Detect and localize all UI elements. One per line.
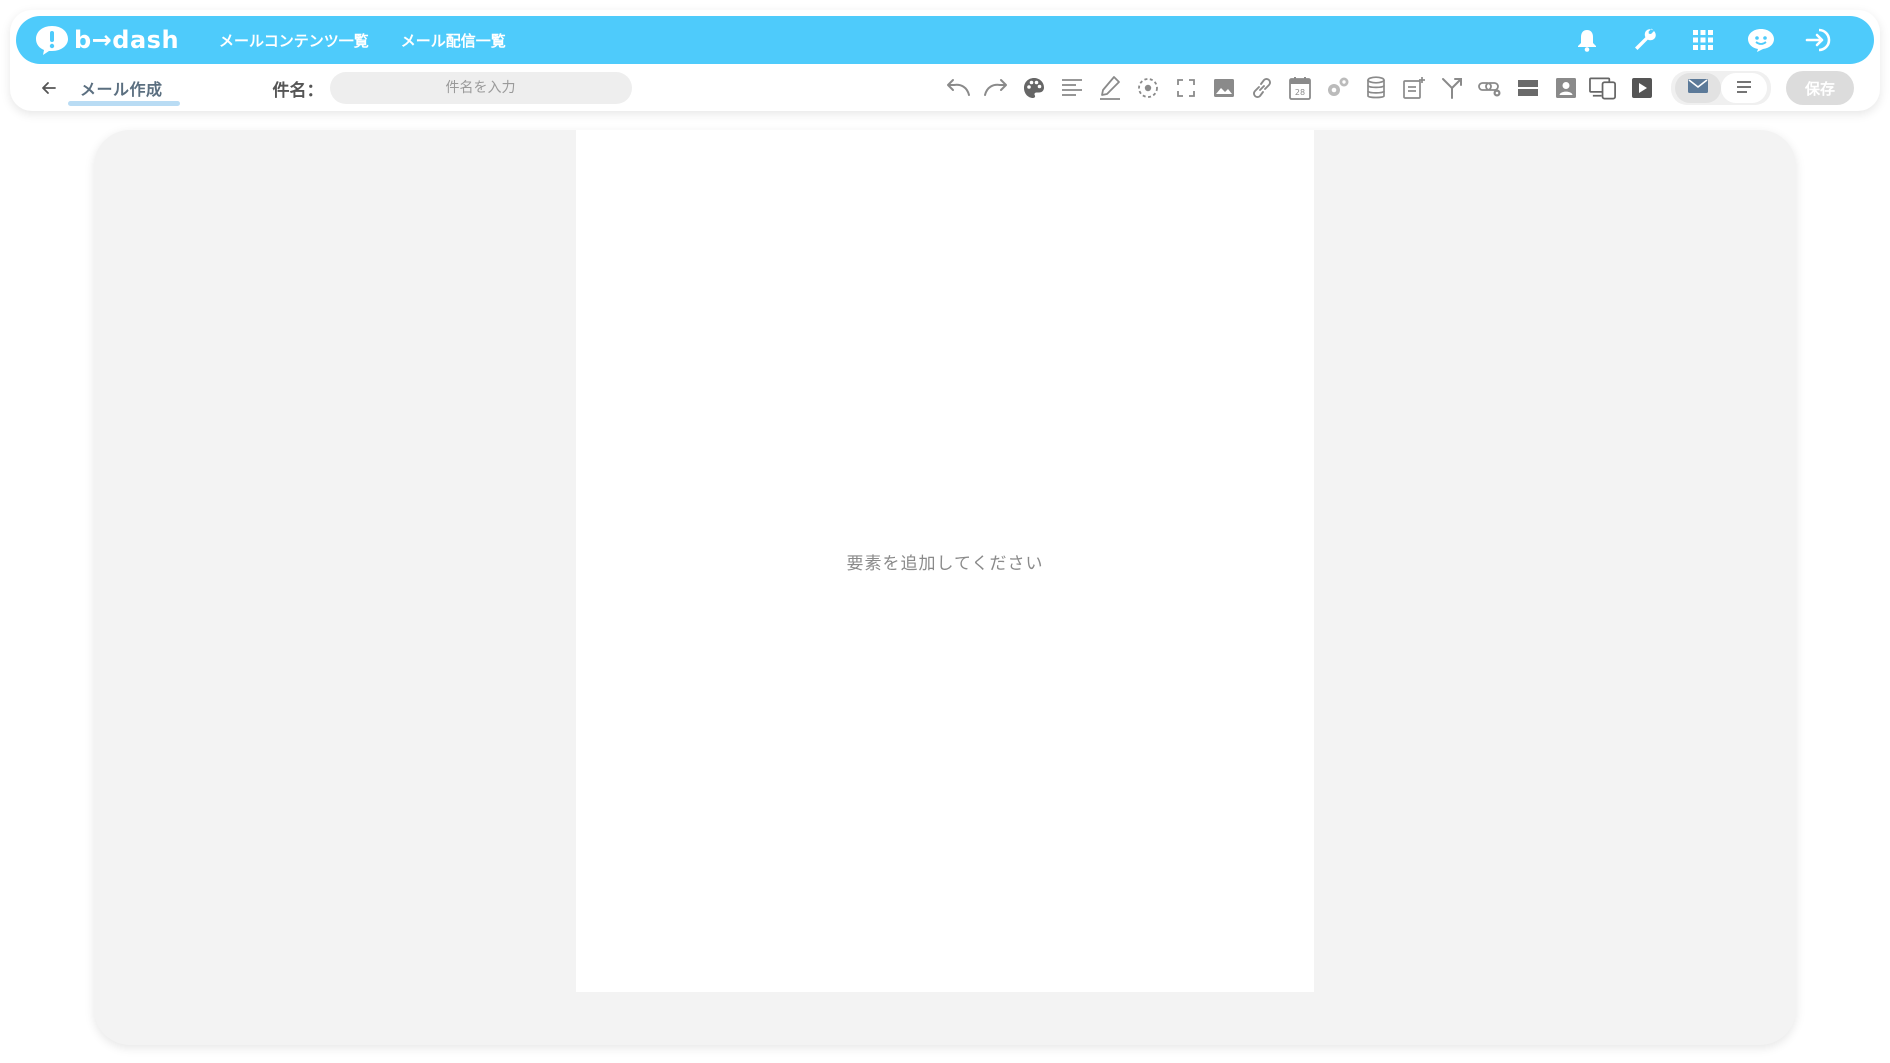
nav-mail-delivery[interactable]: メール配信一覧 (401, 30, 506, 51)
settings-gears-icon[interactable] (1323, 74, 1352, 103)
text-lines-icon (1735, 79, 1753, 98)
mail-icon (1687, 78, 1709, 98)
text-view-button[interactable] (1721, 73, 1767, 103)
database-icon[interactable] (1361, 74, 1390, 103)
subject-label: 件名： (272, 80, 324, 101)
align-icon[interactable] (1057, 74, 1086, 103)
calendar-icon[interactable]: 28 (1285, 74, 1314, 103)
devices-icon[interactable] (1589, 74, 1618, 103)
save-button[interactable]: 保存 (1786, 71, 1854, 105)
video-play-icon[interactable] (1627, 74, 1656, 103)
logout-icon[interactable] (1804, 25, 1834, 55)
back-arrow-icon[interactable] (36, 75, 62, 101)
redo-icon[interactable] (981, 74, 1010, 103)
apps-grid-icon[interactable] (1688, 25, 1718, 55)
link-settings-icon[interactable] (1475, 74, 1504, 103)
page-title-underline (68, 101, 180, 106)
mail-view-button[interactable] (1675, 73, 1721, 103)
link-icon[interactable] (1247, 74, 1276, 103)
merge-icon[interactable] (1437, 74, 1466, 103)
contact-card-icon[interactable] (1551, 74, 1580, 103)
undo-icon[interactable] (943, 74, 972, 103)
note-add-icon[interactable] (1399, 74, 1428, 103)
view-mode-toggle (1671, 71, 1771, 105)
editor-toolbar: メール作成 件名： 28 (16, 68, 1874, 108)
page-title: メール作成 (80, 80, 163, 99)
empty-canvas-message: 要素を追加してください (846, 553, 1044, 574)
header-actions (1572, 25, 1834, 55)
top-nav: メールコンテンツ一覧 メール配信一覧 (219, 30, 506, 51)
block-icon[interactable] (1513, 74, 1542, 103)
target-icon[interactable] (1133, 74, 1162, 103)
subject-input[interactable] (329, 72, 632, 104)
brand-logo[interactable]: b→dash (34, 16, 179, 64)
logo-text: b→dash (74, 26, 180, 54)
page-title-wrap: メール作成 (68, 76, 180, 106)
image-icon[interactable] (1209, 74, 1238, 103)
editor-tools: 28 保存 (943, 71, 1854, 105)
highlight-pen-icon[interactable] (1095, 74, 1124, 103)
mail-canvas[interactable]: 要素を追加してください (576, 130, 1314, 992)
palette-icon[interactable] (1019, 74, 1048, 103)
logo-mark-icon (34, 24, 70, 56)
svg-text:28: 28 (1294, 88, 1304, 97)
chat-bot-icon[interactable] (1746, 25, 1776, 55)
fullscreen-icon[interactable] (1171, 74, 1200, 103)
nav-mail-contents[interactable]: メールコンテンツ一覧 (219, 30, 369, 51)
bell-icon[interactable] (1572, 25, 1602, 55)
editor-workspace: 要素を追加してください (94, 130, 1796, 1045)
top-navigation-bar: b→dash メールコンテンツ一覧 メール配信一覧 (16, 16, 1874, 64)
wrench-icon[interactable] (1630, 25, 1660, 55)
